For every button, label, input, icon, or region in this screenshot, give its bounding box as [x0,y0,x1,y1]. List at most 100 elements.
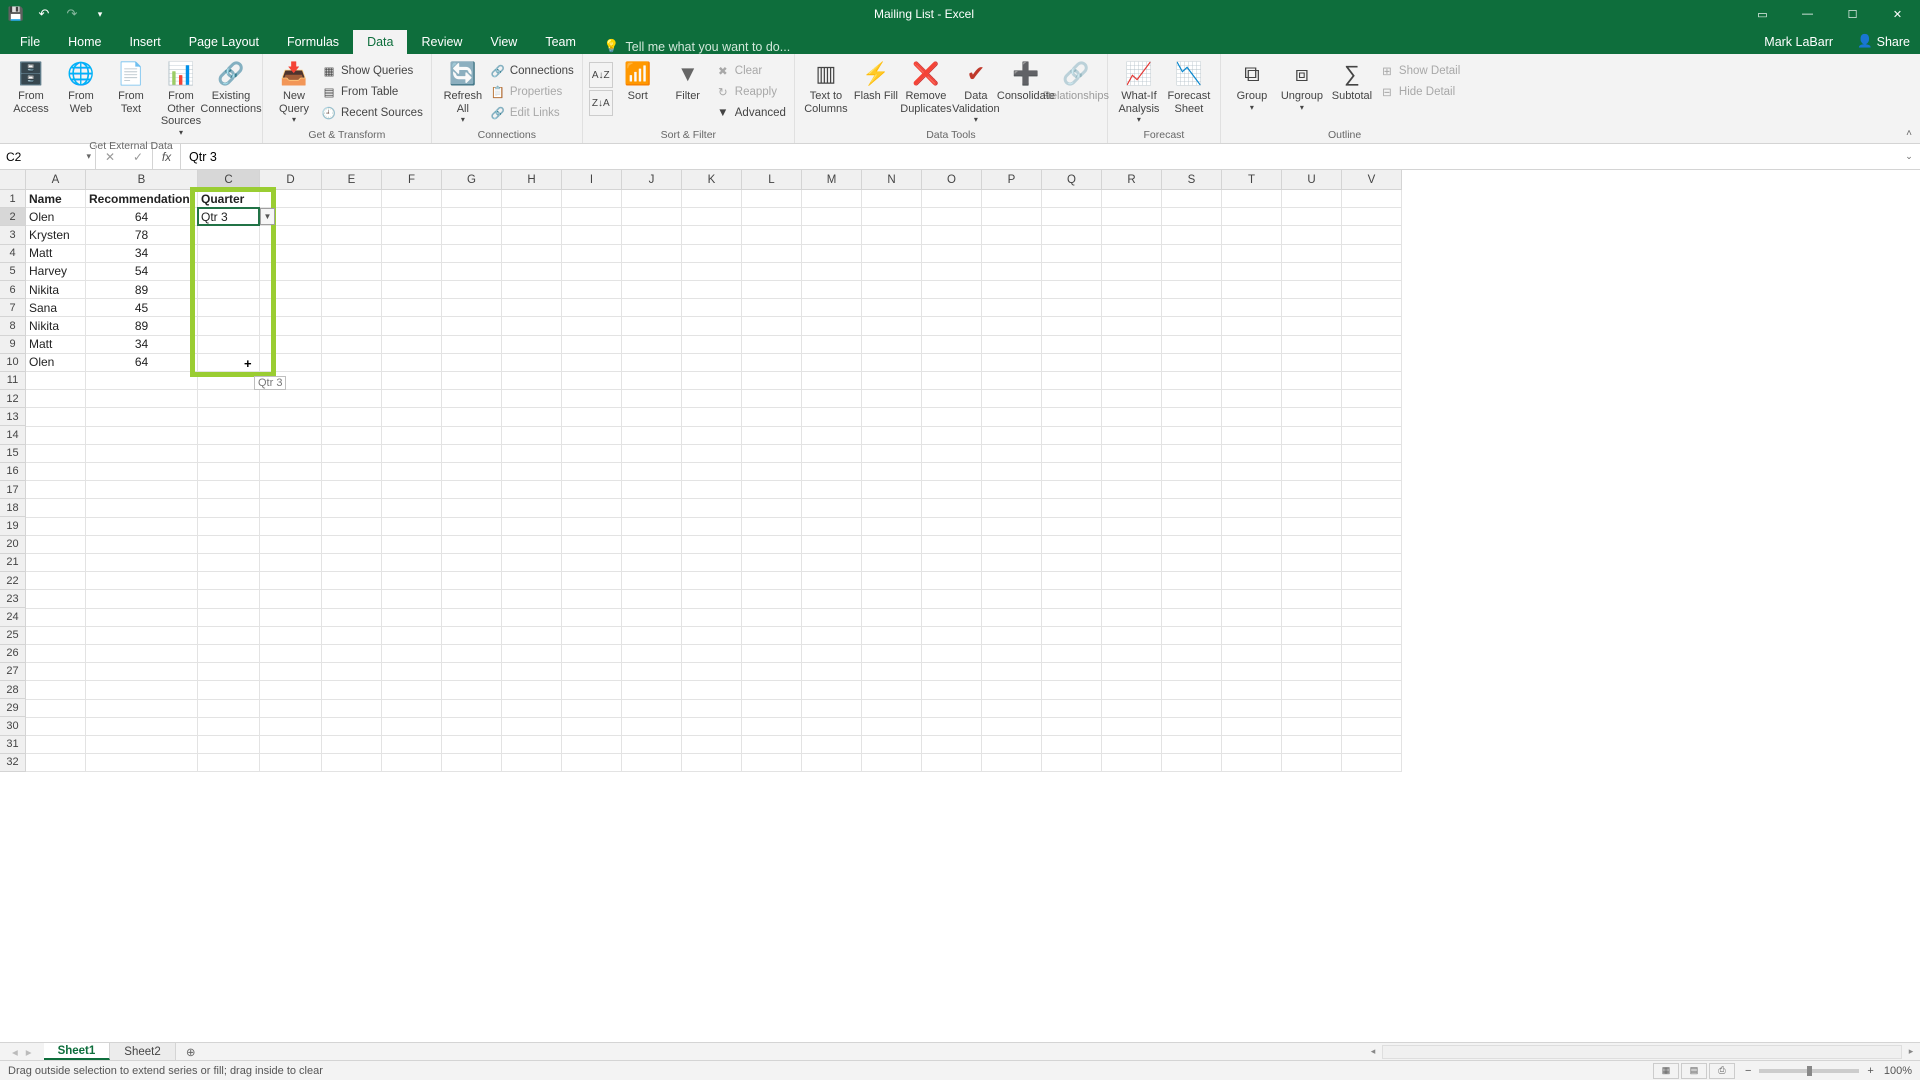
cell-F11[interactable] [382,372,442,390]
cell-C9[interactable] [198,336,260,354]
row-header-16[interactable]: 16 [0,463,26,481]
cell-S4[interactable] [1162,245,1222,263]
cell-O23[interactable] [922,590,982,608]
cell-F21[interactable] [382,554,442,572]
cell-L16[interactable] [742,463,802,481]
cell-B28[interactable] [86,681,198,699]
cell-I5[interactable] [562,263,622,281]
cell-M32[interactable] [802,754,862,772]
cell-E18[interactable] [322,499,382,517]
new-query-button[interactable]: 📥New Query▾ [269,58,319,126]
cell-U11[interactable] [1282,372,1342,390]
cell-E31[interactable] [322,736,382,754]
cell-Q1[interactable] [1042,190,1102,208]
cell-P19[interactable] [982,518,1042,536]
cell-O28[interactable] [922,681,982,699]
refresh-all-button[interactable]: 🔄Refresh All▾ [438,58,488,126]
column-header-O[interactable]: O [922,170,982,190]
cell-J11[interactable] [622,372,682,390]
from-text-button[interactable]: 📄From Text [106,58,156,117]
sort-asc-button[interactable]: A↓Z [589,62,613,88]
cell-A12[interactable] [26,390,86,408]
cell-B4[interactable]: 34 [86,245,198,263]
cell-I8[interactable] [562,317,622,335]
tab-formulas[interactable]: Formulas [273,30,353,54]
cell-S12[interactable] [1162,390,1222,408]
maximize-button[interactable]: ☐ [1830,0,1875,28]
cell-L23[interactable] [742,590,802,608]
cell-U14[interactable] [1282,427,1342,445]
cell-U32[interactable] [1282,754,1342,772]
cell-F10[interactable] [382,354,442,372]
remove-duplicates-button[interactable]: ❌Remove Duplicates [901,58,951,117]
cell-B7[interactable]: 45 [86,299,198,317]
cell-D4[interactable] [260,245,322,263]
cell-F23[interactable] [382,590,442,608]
cell-N19[interactable] [862,518,922,536]
cell-D13[interactable] [260,408,322,426]
cell-I22[interactable] [562,572,622,590]
sheet-nav-prev-icon[interactable]: ◂ [12,1045,18,1059]
cell-A14[interactable] [26,427,86,445]
column-header-I[interactable]: I [562,170,622,190]
cell-M7[interactable] [802,299,862,317]
cell-E12[interactable] [322,390,382,408]
row-header-11[interactable]: 11 [0,372,26,390]
cell-N15[interactable] [862,445,922,463]
cell-K26[interactable] [682,645,742,663]
cell-O10[interactable] [922,354,982,372]
cell-B23[interactable] [86,590,198,608]
cell-D25[interactable] [260,627,322,645]
cell-I17[interactable] [562,481,622,499]
row-header-15[interactable]: 15 [0,445,26,463]
cell-M15[interactable] [802,445,862,463]
cell-R19[interactable] [1102,518,1162,536]
cell-I10[interactable] [562,354,622,372]
cell-V6[interactable] [1342,281,1402,299]
cell-I31[interactable] [562,736,622,754]
cell-R11[interactable] [1102,372,1162,390]
cell-D19[interactable] [260,518,322,536]
cell-T15[interactable] [1222,445,1282,463]
cell-O5[interactable] [922,263,982,281]
cell-O19[interactable] [922,518,982,536]
cell-C19[interactable] [198,518,260,536]
cell-F2[interactable] [382,208,442,226]
cell-O31[interactable] [922,736,982,754]
cell-M27[interactable] [802,663,862,681]
cell-G13[interactable] [442,408,502,426]
cell-E2[interactable] [322,208,382,226]
cell-J7[interactable] [622,299,682,317]
cell-L9[interactable] [742,336,802,354]
ribbon-display-icon[interactable]: ▭ [1740,0,1785,28]
row-header-24[interactable]: 24 [0,608,26,626]
cell-Q14[interactable] [1042,427,1102,445]
cell-S11[interactable] [1162,372,1222,390]
cell-T20[interactable] [1222,536,1282,554]
cell-D29[interactable] [260,700,322,718]
cell-B10[interactable]: 64 [86,354,198,372]
cell-B18[interactable] [86,499,198,517]
cell-F4[interactable] [382,245,442,263]
cell-I24[interactable] [562,609,622,627]
cell-A17[interactable] [26,481,86,499]
cell-F14[interactable] [382,427,442,445]
cell-N6[interactable] [862,281,922,299]
cell-I15[interactable] [562,445,622,463]
cell-K1[interactable] [682,190,742,208]
cell-U29[interactable] [1282,700,1342,718]
cell-R9[interactable] [1102,336,1162,354]
cell-K9[interactable] [682,336,742,354]
group-button[interactable]: ⧉Group▾ [1227,58,1277,114]
cell-A26[interactable] [26,645,86,663]
cell-R17[interactable] [1102,481,1162,499]
cell-S14[interactable] [1162,427,1222,445]
cell-K28[interactable] [682,681,742,699]
cell-R12[interactable] [1102,390,1162,408]
cell-J23[interactable] [622,590,682,608]
cell-U12[interactable] [1282,390,1342,408]
recent-sources-button[interactable]: 🕘Recent Sources [319,102,425,123]
cell-T12[interactable] [1222,390,1282,408]
cell-R6[interactable] [1102,281,1162,299]
cell-J28[interactable] [622,681,682,699]
